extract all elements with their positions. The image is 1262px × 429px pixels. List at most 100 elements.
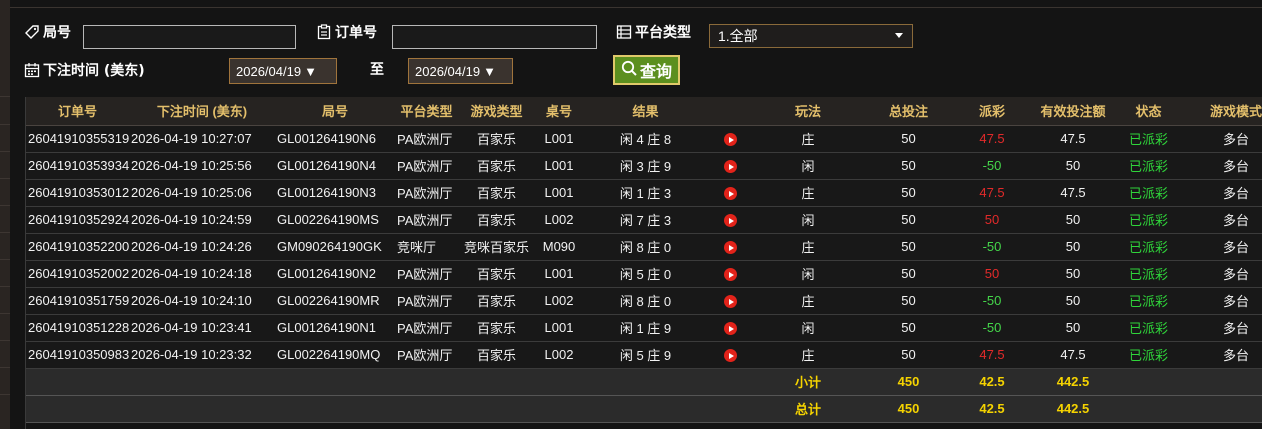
valid-bet-cell: 50 [1030,287,1116,315]
game-type-cell: 百家乐 [458,260,535,288]
payout-cell: -50 [954,152,1030,180]
total-bet-cell: 50 [863,179,954,207]
table-number-cell: M090 [535,233,583,261]
date-from-value: 2026/04/19 [236,63,302,79]
table-row: 260419103509832 2026-04-19 10:23:32 GL0022… [26,341,1262,369]
platform-cell: PA欧洲厅 [395,341,458,369]
col-header-round: 局号 [275,97,395,126]
round-number-cell: GL001264190N2 [275,260,395,288]
bet-type-cell: 庄 [753,125,863,153]
query-button-label: 查询 [639,62,672,81]
order-number-cell: 260419103520024 [26,260,129,288]
date-to-picker[interactable]: 2026/04/19 ▼ [408,58,513,84]
platform-cell: PA欧洲厅 [395,206,458,234]
payout-cell: -50 [954,314,1030,342]
platform-select[interactable]: 1.全部 [709,24,913,48]
result-cell: 闲 3 庄 9 [583,152,708,180]
game-type-cell: 百家乐 [458,152,535,180]
platform-cell: PA欧洲厅 [395,260,458,288]
game-mode-cell: 多台 [1181,179,1262,207]
grand-total-payout: 42.5 [954,395,1030,423]
order-number-cell: 260419103553190 [26,125,129,153]
game-type-cell: 百家乐 [458,179,535,207]
table-row: 260419103520024 2026-04-19 10:24:18 GL0012… [26,260,1262,288]
bet-type-cell: 庄 [753,233,863,261]
bet-time-cell: 2026-04-19 10:24:59 [129,206,275,234]
game-mode-cell: 多台 [1181,287,1262,315]
replay-button[interactable] [708,125,753,153]
status-cell: 已派彩 [1116,314,1181,342]
replay-button[interactable] [708,260,753,288]
replay-button[interactable] [708,341,753,369]
table-number-cell: L001 [535,125,583,153]
game-type-cell: 百家乐 [458,287,535,315]
list-icon [616,24,632,40]
platform-cell: PA欧洲厅 [395,125,458,153]
grand-total-total-bet: 450 [863,395,954,423]
valid-bet-cell: 47.5 [1030,125,1116,153]
bet-time-cell: 2026-04-19 10:24:18 [129,260,275,288]
round-filter-label: 局号 [24,22,71,42]
status-cell: 已派彩 [1116,233,1181,261]
bet-type-cell: 庄 [753,179,863,207]
caret-down-icon: ▼ [304,63,317,79]
total-bet-cell: 50 [863,233,954,261]
subtotal-valid-bet: 442.5 [1030,368,1116,396]
round-number-cell: GM090264190GK [275,233,395,261]
game-mode-cell: 多台 [1181,233,1262,261]
payout-cell: 47.5 [954,341,1030,369]
replay-button[interactable] [708,314,753,342]
replay-button[interactable] [708,179,753,207]
query-button[interactable]: 查询 [613,55,680,85]
result-cell: 闲 5 庄 9 [583,341,708,369]
play-icon [724,349,737,363]
result-cell: 闲 8 庄 0 [583,287,708,315]
table-number-cell: L002 [535,287,583,315]
result-cell: 闲 7 庄 3 [583,206,708,234]
table-row: 260419103539342 2026-04-19 10:25:56 GL0012… [26,152,1262,180]
platform-filter-label: 平台类型 [616,22,691,42]
replay-button[interactable] [708,287,753,315]
subtotal-label: 小计 [753,368,863,396]
payout-cell: -50 [954,287,1030,315]
order-number-input[interactable] [392,25,597,49]
grand-total-row: 总计 450 42.5 442.5 [26,395,1262,423]
table-row: 260419103529247 2026-04-19 10:24:59 GL0022… [26,206,1262,234]
col-header-result: 结果 [583,97,708,126]
bet-type-cell: 庄 [753,287,863,315]
grand-total-label: 总计 [753,395,863,423]
col-header-platform: 平台类型 [395,97,458,126]
col-header-status: 状态 [1116,97,1181,126]
order-number-cell: 260419103517593 [26,287,129,315]
valid-bet-cell: 50 [1030,206,1116,234]
replay-button[interactable] [708,152,753,180]
bet-type-cell: 庄 [753,341,863,369]
status-cell: 已派彩 [1116,206,1181,234]
play-icon [724,295,737,309]
col-header-table: 桌号 [535,97,583,126]
round-input[interactable] [83,25,296,49]
table-row: 260419103530129 2026-04-19 10:25:06 GL0012… [26,179,1262,207]
replay-button[interactable] [708,233,753,261]
result-cell: 闲 4 庄 8 [583,125,708,153]
replay-button[interactable] [708,206,753,234]
table-header-row: 订单号 下注时间 (美东) 局号 平台类型 游戏类型 桌号 结果 玩法 总投注 … [26,97,1262,126]
col-header-video [708,97,753,126]
result-cell: 闲 8 庄 0 [583,233,708,261]
bet-type-cell: 闲 [753,152,863,180]
date-from-picker[interactable]: 2026/04/19 ▼ [229,58,337,84]
result-cell: 闲 1 庄 3 [583,179,708,207]
valid-bet-cell: 50 [1030,233,1116,261]
bet-time-cell: 2026-04-19 10:24:10 [129,287,275,315]
col-header-order: 订单号 [26,97,129,126]
game-type-cell: 百家乐 [458,125,535,153]
play-icon [724,322,737,336]
game-mode-cell: 多台 [1181,152,1262,180]
result-cell: 闲 1 庄 9 [583,314,708,342]
round-number-cell: GL001264190N1 [275,314,395,342]
game-type-cell: 竞咪百家乐 [458,233,535,261]
status-cell: 已派彩 [1116,179,1181,207]
payout-cell: 50 [954,260,1030,288]
platform-cell: PA欧洲厅 [395,179,458,207]
platform-cell: PA欧洲厅 [395,287,458,315]
